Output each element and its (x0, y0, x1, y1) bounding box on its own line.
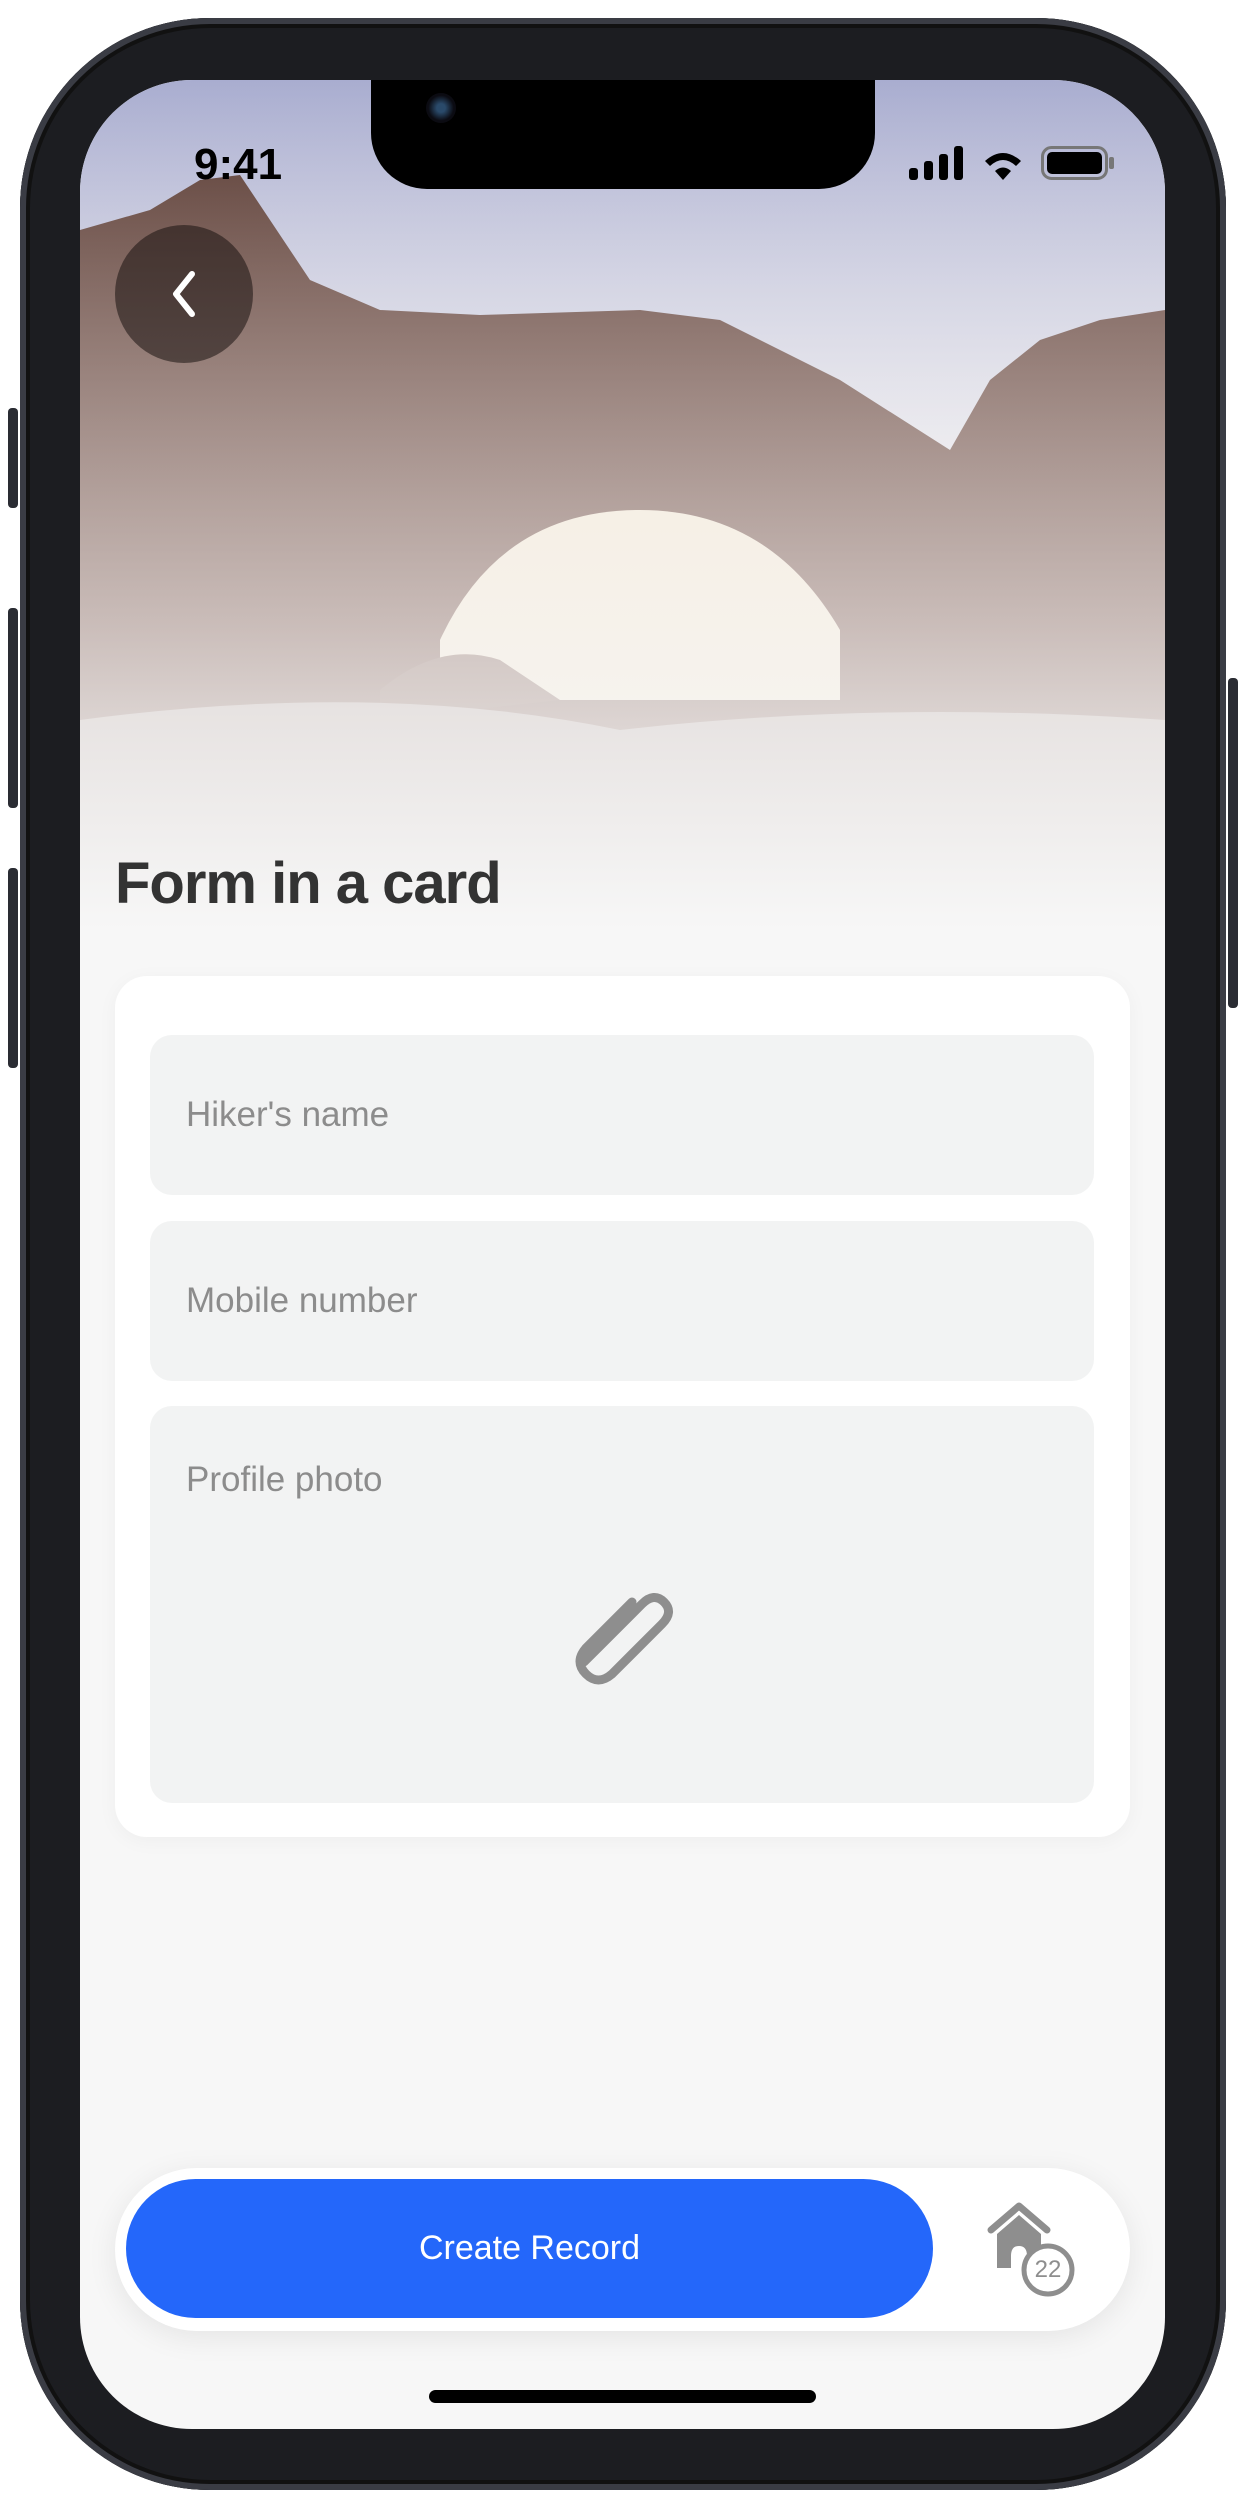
chevron-left-icon (173, 271, 195, 317)
bottom-bar: Create Record 22 (115, 2168, 1130, 2331)
create-record-button[interactable]: Create Record (126, 2179, 933, 2318)
screen: 9:41 Form in a card Hiker's name Mobile … (80, 80, 1165, 2429)
dynamic-island (371, 80, 875, 189)
home-badge: 22 (1034, 2256, 1062, 2283)
profile-photo-upload[interactable]: Profile photo (150, 1406, 1094, 1803)
battery-icon (1041, 146, 1114, 180)
wifi-icon (985, 153, 1021, 180)
hikers-name-placeholder: Hiker's name (186, 1095, 390, 1134)
mobile-number-placeholder: Mobile number (186, 1281, 418, 1320)
page-title: Form in a card (115, 851, 502, 916)
power-button (1228, 678, 1238, 1008)
profile-photo-label: Profile photo (186, 1460, 383, 1499)
mobile-number-input[interactable]: Mobile number (150, 1221, 1094, 1381)
home-indicator[interactable] (429, 2390, 816, 2403)
action-button (8, 408, 18, 508)
volume-down-button (8, 868, 18, 1068)
back-button[interactable] (115, 225, 253, 363)
home-button[interactable]: 22 (985, 2200, 1095, 2300)
home-icon (987, 2202, 1075, 2297)
hikers-name-input[interactable]: Hiker's name (150, 1035, 1094, 1195)
signal-icon (909, 146, 963, 180)
status-time: 9:41 (194, 140, 283, 189)
status-icons (909, 146, 1115, 180)
volume-up-button (8, 608, 18, 808)
paperclip-icon[interactable] (562, 1576, 682, 1686)
form-card: Hiker's name Mobile number Profile photo (115, 976, 1130, 1837)
camera-icon (426, 93, 456, 123)
hero-image (80, 80, 1165, 930)
